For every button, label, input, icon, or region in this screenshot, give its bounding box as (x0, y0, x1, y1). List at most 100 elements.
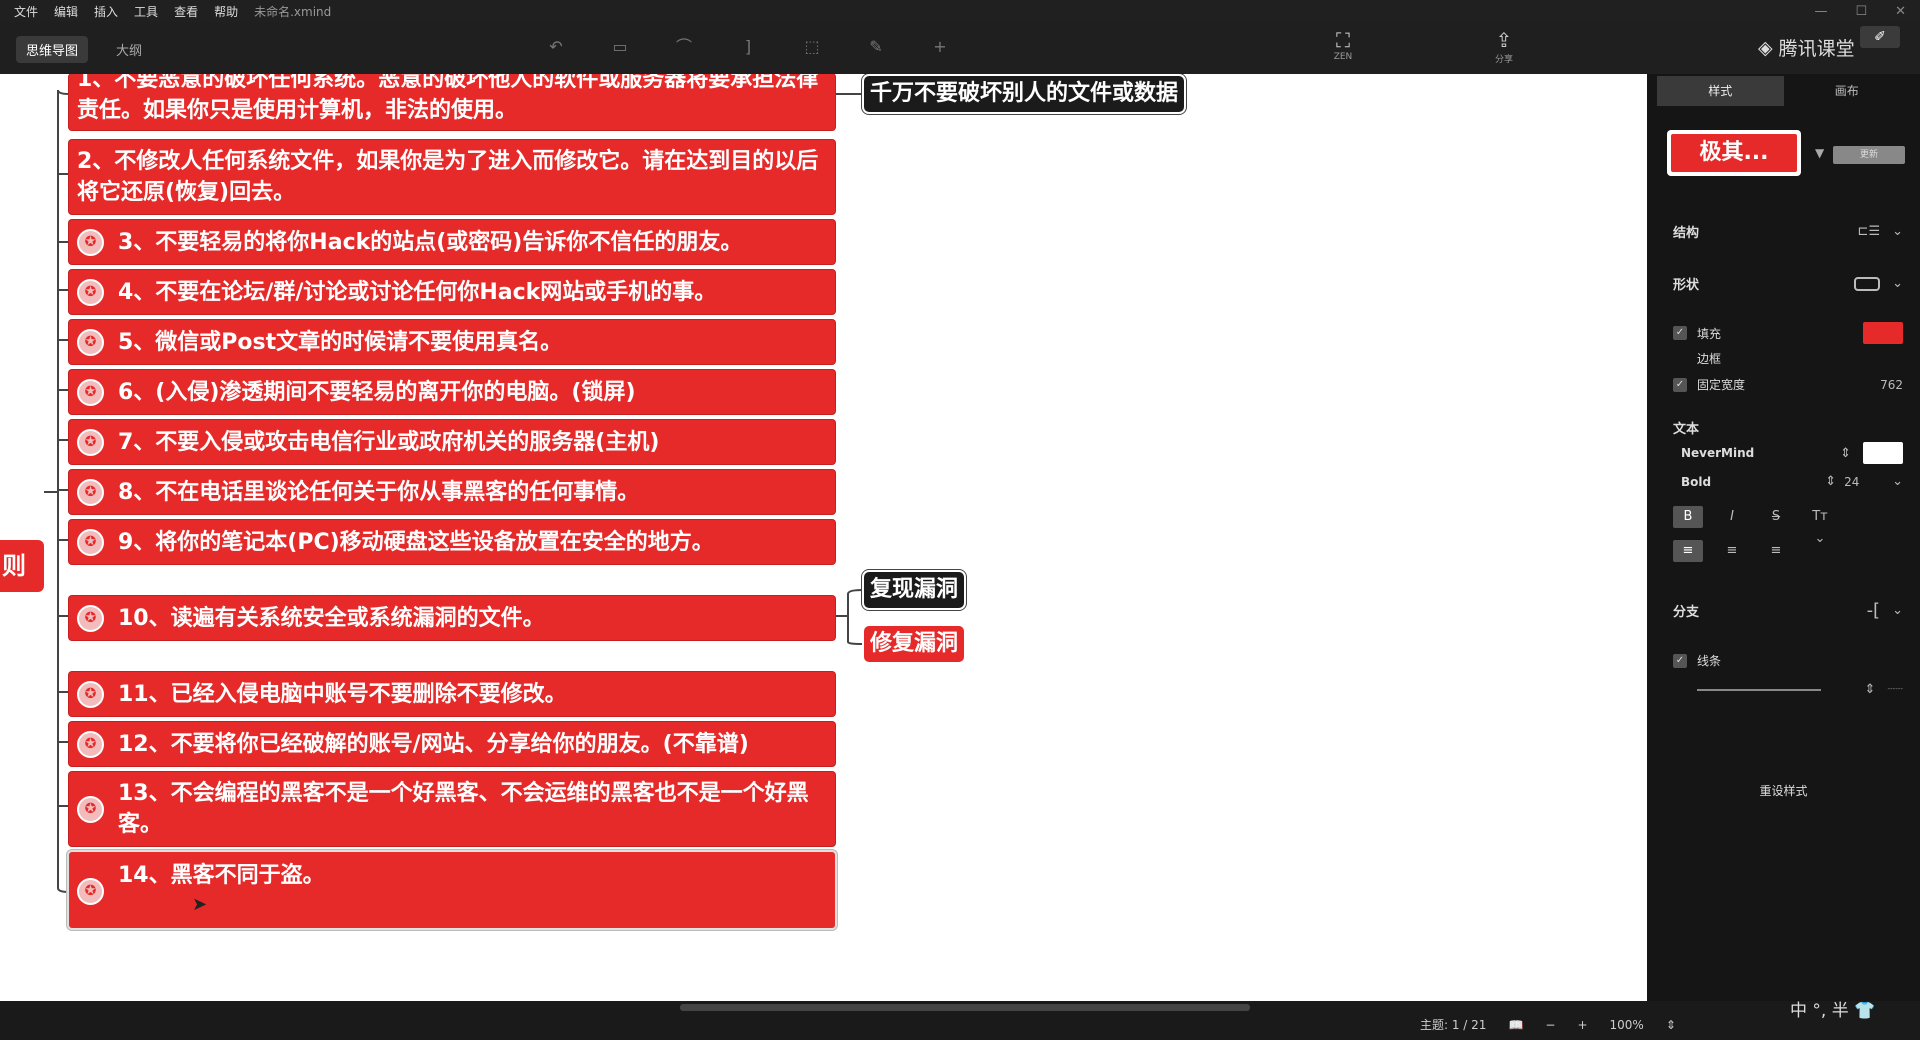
chevron-down-icon[interactable]: ⌄ (1892, 276, 1903, 291)
summary-icon[interactable]: ] (737, 36, 759, 58)
menu-tools[interactable]: 工具 (134, 3, 158, 20)
chevron-down-icon[interactable]: ▼ (1815, 146, 1824, 160)
text-label: 文本 (1673, 422, 1700, 437)
share-button[interactable]: ⇪ 分享 (1474, 28, 1534, 65)
chevron-down-icon[interactable]: ⌄ (1892, 224, 1903, 239)
border-label: 边框 (1697, 352, 1722, 366)
topic-6[interactable]: ✪ 6、(入侵)渗透期间不要轻易的离开你的电脑。(锁屏) (69, 370, 835, 414)
book-icon[interactable]: 📖 (1508, 1018, 1523, 1032)
topic-5[interactable]: ✪ 5、微信或Post文章的时候请不要使用真名。 (69, 320, 835, 364)
relationship-icon[interactable]: ⌒ (673, 36, 695, 58)
menu-insert[interactable]: 插入 (94, 3, 118, 20)
tab-outline[interactable]: 大纲 (106, 36, 152, 63)
topic-14[interactable]: ✪ 14、黑客不同于盗。 (69, 852, 835, 928)
rounded-rect-icon[interactable] (1854, 276, 1881, 291)
topic-7[interactable]: ✪ 7、不要入侵或攻击电信行业或政府机关的服务器(主机) (69, 420, 835, 464)
topic-11[interactable]: ✪ 11、已经入侵电脑中账号不要删除不要修改。 (69, 672, 835, 716)
tencent-logo-icon: ◈ (1758, 36, 1773, 59)
strikethrough-icon[interactable]: S (1761, 506, 1791, 528)
align-center-icon[interactable]: ≡ (1717, 540, 1747, 562)
ime-indicator: 中 °, 半 👕 (1790, 1001, 1876, 1021)
zoom-out-button[interactable]: − (1545, 1018, 1555, 1032)
chevron-down-icon[interactable]: ⌄ (1892, 474, 1903, 489)
bold-icon[interactable]: B (1673, 506, 1703, 528)
boundary-icon[interactable]: ⬚ (801, 36, 823, 58)
topic-1[interactable]: 1、不要恶意的破坏任何系统。恶意的破坏他人的软件或服务器将要承担法律责任。如果你… (69, 74, 835, 130)
updown-icon[interactable]: ⇕ (1840, 446, 1851, 461)
zoom-level[interactable]: 100% (1610, 1018, 1644, 1032)
note-icon[interactable]: ✎ (865, 36, 887, 58)
branch-style-icon[interactable]: -[ (1867, 600, 1881, 621)
close-button[interactable]: ✕ (1895, 4, 1906, 19)
menu-help[interactable]: 帮助 (214, 3, 238, 20)
text-color-swatch[interactable] (1863, 442, 1903, 464)
star-icon: ✪ (77, 378, 104, 406)
font-size-select[interactable]: 24 (1844, 475, 1884, 489)
tab-style[interactable]: 样式 (1657, 76, 1784, 106)
tencent-classroom-watermark: ◈ 腾讯课堂 (1758, 36, 1855, 61)
line-label: 线条 (1697, 654, 1722, 668)
shape-label: 形状 (1673, 278, 1700, 293)
tab-canvas[interactable]: 画布 (1784, 76, 1911, 106)
root-topic[interactable]: 则 (0, 540, 44, 592)
line-style-select[interactable] (1697, 688, 1821, 691)
text-case-icon[interactable]: Tт ⌄ (1805, 506, 1835, 546)
italic-icon[interactable]: I (1717, 506, 1747, 528)
chevron-down-icon[interactable]: ⌄ (1892, 603, 1903, 618)
star-icon: ✪ (77, 680, 104, 708)
style-preset[interactable]: 极其... (1667, 130, 1801, 176)
topic-8[interactable]: ✪ 8、不在电话里谈论任何关于你从事黑客的任何事情。 (69, 470, 835, 514)
reset-style-button[interactable]: 重设样式 (1647, 782, 1920, 799)
topic-9[interactable]: ✪ 9、将你的笔记本(PC)移动硬盘这些设备放置在安全的地方。 (69, 520, 835, 564)
topic-12[interactable]: ✪ 12、不要将你已经破解的账号/网站、分享给你的朋友。(不靠谱) (69, 722, 835, 766)
font-weight-select[interactable]: Bold (1681, 474, 1712, 489)
updown-icon[interactable]: ⇕ (1825, 474, 1836, 489)
fixed-width-value[interactable]: 762 (1880, 378, 1903, 392)
line-dash-icon[interactable]: ┄┄ (1887, 682, 1903, 697)
menu-file[interactable]: 文件 (14, 3, 38, 20)
shirt-icon: 👕 (1854, 1001, 1876, 1021)
subtopic-fix-vuln[interactable]: 修复漏洞 (864, 626, 965, 662)
menu-bar: 文件 编辑 插入 工具 查看 帮助 未命名.xmind (0, 0, 1920, 22)
insert-icon[interactable]: + (929, 36, 951, 58)
share-icon: ⇪ (1495, 28, 1513, 52)
pin-icon[interactable]: ✐ (1860, 26, 1900, 48)
zen-button[interactable]: ⛶ ZEN (1313, 28, 1373, 62)
topic-3[interactable]: ✪ 3、不要轻易的将你Hack的站点(或密码)告诉你不信任的朋友。 (69, 220, 835, 264)
mouse-cursor-icon: ➤ (192, 894, 208, 915)
fill-color-swatch[interactable] (1863, 322, 1903, 344)
topic-4[interactable]: ✪ 4、不要在论坛/群/讨论或讨论任何你Hack网站或手机的事。 (69, 270, 835, 314)
toolbar: 思维导图 大纲 ↶ ▭ ⌒ ] ⬚ ✎ + ⛶ ZEN ⇪ 分享 (0, 22, 1920, 74)
zoom-in-button[interactable]: + (1577, 1018, 1587, 1032)
fill-label: 填充 (1697, 326, 1722, 341)
topic-count: 主题: 1 / 21 (1420, 1018, 1487, 1032)
topic-2[interactable]: 2、不修改人任何系统文件，如果你是为了进入而修改它。请在达到目的以后将它还原(恢… (69, 140, 835, 214)
mindmap-canvas[interactable]: 则 1、不要恶意的破坏任何系统。恶意的破坏他人的软件或服务器将要承担法律责任。如… (0, 74, 1647, 1001)
menu-edit[interactable]: 编辑 (54, 3, 78, 20)
updown-icon[interactable]: ⇕ (1666, 1018, 1676, 1032)
topic-icon[interactable]: ▭ (609, 36, 631, 58)
align-right-icon[interactable]: ≡ (1761, 540, 1791, 562)
line-checkbox[interactable]: ✓ (1673, 653, 1687, 668)
fill-checkbox[interactable]: ✓ (1673, 326, 1687, 340)
undo-icon[interactable]: ↶ (545, 36, 567, 58)
horizontal-scrollbar[interactable] (680, 1004, 1250, 1011)
topic-13[interactable]: ✪ 13、不会编程的黑客不是一个好黑客、不会运维的黑客也不是一个好黑客。 (69, 772, 835, 846)
font-family-select[interactable]: NeverMind (1681, 446, 1755, 460)
fixed-width-checkbox[interactable]: ✓ (1673, 377, 1687, 392)
updown-icon[interactable]: ⇕ (1864, 682, 1875, 697)
menu-view[interactable]: 查看 (174, 3, 198, 20)
tab-mindmap[interactable]: 思维导图 (16, 36, 89, 63)
subtopic-reproduce-vuln[interactable]: 复现漏洞 (864, 572, 965, 608)
structure-icon[interactable]: ⊏☰ (1858, 224, 1881, 239)
star-icon: ✪ (77, 478, 104, 506)
minimize-button[interactable]: — (1814, 4, 1827, 19)
star-icon: ✪ (77, 328, 104, 356)
update-style-button[interactable]: 更新 (1833, 146, 1905, 164)
branch-label: 分支 (1673, 605, 1700, 620)
align-left-icon[interactable]: ≡ (1673, 540, 1703, 562)
subtopic-no-destroy[interactable]: 千万不要破坏别人的文件或数据 (864, 76, 1185, 112)
maximize-button[interactable]: ☐ (1855, 4, 1867, 19)
star-icon: ✪ (77, 604, 104, 632)
topic-10[interactable]: ✪ 10、读遍有关系统安全或系统漏洞的文件。 (69, 596, 835, 640)
